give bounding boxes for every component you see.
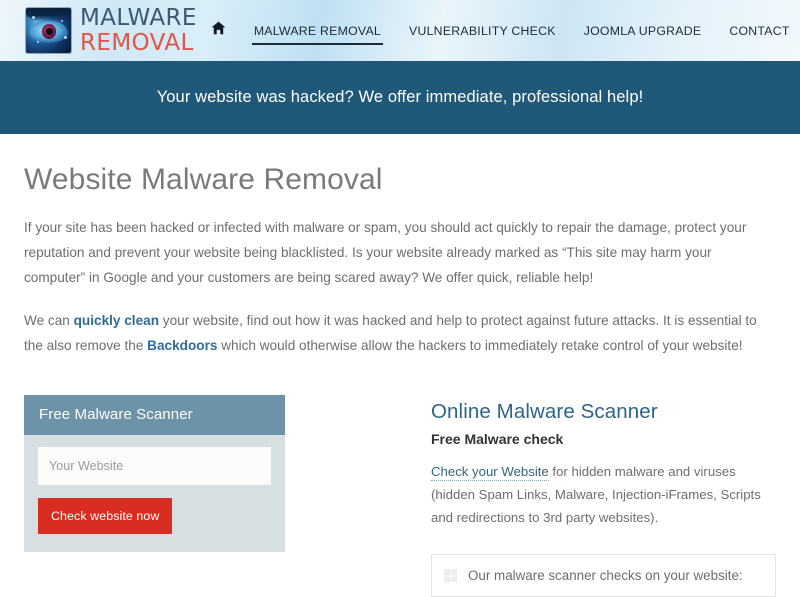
site-header: MALWARE REMOVAL MALWARE REMOVAL VULNERAB… xyxy=(0,0,800,61)
page-content: Website Malware Removal If your site has… xyxy=(0,163,800,597)
nav-item-joomla-upgrade[interactable]: JOOMLA UPGRADE xyxy=(570,16,716,46)
accordion-item-scanner-checks[interactable]: Our malware scanner checks on your websi… xyxy=(431,554,776,597)
brand-wordmark: MALWARE REMOVAL xyxy=(80,4,197,56)
accordion-item-label: Our malware scanner checks on your websi… xyxy=(468,568,743,583)
main-navigation: MALWARE REMOVAL VULNERABILITY CHECK JOOM… xyxy=(197,16,800,46)
plus-icon xyxy=(444,569,457,582)
online-scanner-heading: Online Malware Scanner xyxy=(431,400,658,423)
home-icon xyxy=(211,21,226,40)
left-column: Free Malware Scanner Check website now xyxy=(24,395,285,552)
paragraph2-text-part1: We can xyxy=(24,313,74,328)
check-website-now-button[interactable]: Check website now xyxy=(38,498,173,534)
page-title: Website Malware Removal xyxy=(24,163,383,196)
eye-logo-icon xyxy=(26,8,71,53)
nav-item-contact[interactable]: CONTACT xyxy=(715,16,800,46)
content-columns: Free Malware Scanner Check website now O… xyxy=(24,395,776,597)
hero-banner-text: Your website was hacked? We offer immedi… xyxy=(156,88,644,106)
nav-home-link[interactable] xyxy=(197,21,240,40)
backdoors-link[interactable]: Backdoors xyxy=(147,338,217,353)
hero-banner: Your website was hacked? We offer immedi… xyxy=(0,61,800,134)
intro-paragraph-2: We can quickly clean your website, find … xyxy=(24,308,776,358)
scanner-card-title: Free Malware Scanner xyxy=(24,395,285,435)
nav-item-vulnerability-check[interactable]: VULNERABILITY CHECK xyxy=(395,16,570,46)
website-url-input[interactable] xyxy=(38,447,271,485)
paragraph2-text-part3: which would otherwise allow the hackers … xyxy=(217,338,743,353)
intro-paragraph-1: If your site has been hacked or infected… xyxy=(24,220,747,285)
nav-item-label: MALWARE REMOVAL xyxy=(253,23,382,38)
online-scanner-description: Check your Website for hidden malware an… xyxy=(431,460,776,529)
online-scanner-subheading: Free Malware check xyxy=(431,431,564,447)
nav-item-label: VULNERABILITY CHECK xyxy=(409,23,556,38)
free-malware-scanner-card: Free Malware Scanner Check website now xyxy=(24,395,285,552)
brand-line-malware: MALWARE xyxy=(80,4,197,31)
scanner-card-body: Check website now xyxy=(24,435,285,552)
right-column: Online Malware Scanner Free Malware chec… xyxy=(431,395,776,597)
nav-item-label: JOOMLA UPGRADE xyxy=(583,23,702,38)
nav-item-malware-removal[interactable]: MALWARE REMOVAL xyxy=(240,16,395,46)
quickly-clean-link[interactable]: quickly clean xyxy=(74,313,159,328)
brand-logo-link[interactable]: MALWARE REMOVAL xyxy=(26,4,197,56)
nav-item-label: CONTACT xyxy=(729,23,790,38)
check-your-website-link[interactable]: Check your Website xyxy=(431,464,549,481)
brand-line-removal: REMOVAL xyxy=(80,29,194,56)
